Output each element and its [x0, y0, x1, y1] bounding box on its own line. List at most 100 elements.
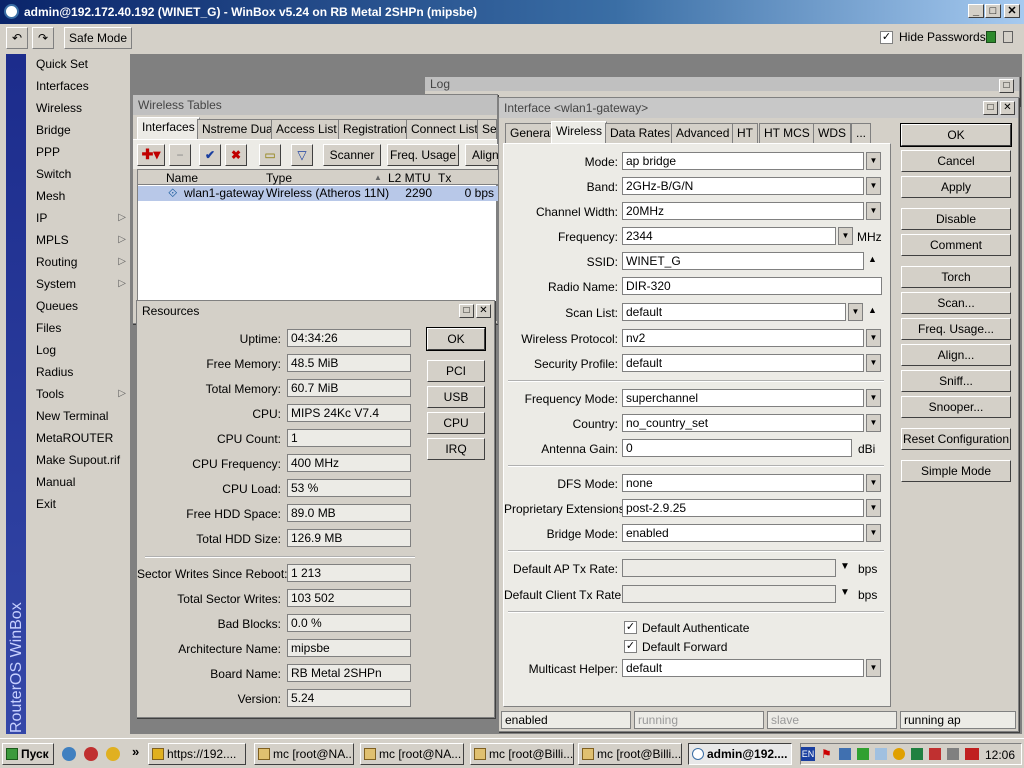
tab-wireless[interactable]: Wireless: [551, 121, 608, 143]
clock[interactable]: 12:06: [985, 748, 1015, 762]
comment-icon[interactable]: ▭: [259, 144, 281, 166]
tray-app-icon[interactable]: [929, 748, 941, 760]
freq-usage-button[interactable]: Freq. Usage...: [901, 318, 1011, 340]
flag-icon[interactable]: ⚑: [821, 747, 832, 761]
maximize-button[interactable]: □: [985, 4, 1001, 18]
security-profile-select[interactable]: default: [622, 354, 864, 372]
chrome-icon[interactable]: [106, 747, 120, 761]
country-select[interactable]: no_country_set: [622, 414, 864, 432]
frequency-select[interactable]: 2344: [622, 227, 836, 245]
tray-app-icon[interactable]: [911, 748, 923, 760]
ssid-collapse-icon[interactable]: ▲: [868, 254, 877, 264]
tab-security[interactable]: Sec: [477, 119, 497, 139]
reset-configuration-button[interactable]: Reset Configuration: [901, 428, 1011, 450]
menu-item-new-terminal[interactable]: New Terminal: [36, 406, 128, 426]
tray-app-icon[interactable]: [875, 748, 887, 760]
apply-button[interactable]: Apply: [901, 176, 1011, 198]
frequency-mode-dropdown-icon[interactable]: ▼: [866, 389, 881, 407]
column-header-l2mtu[interactable]: L2 MTU: [388, 171, 431, 185]
bridge-mode-dropdown-icon[interactable]: ▼: [866, 524, 881, 542]
ati-icon[interactable]: [965, 748, 979, 760]
wireless-protocol-dropdown-icon[interactable]: ▼: [866, 329, 881, 347]
cancel-button[interactable]: Cancel: [901, 150, 1011, 172]
pci-button[interactable]: PCI: [427, 360, 485, 382]
channel-width-select[interactable]: 20MHz: [622, 202, 864, 220]
menu-item-files[interactable]: Files: [36, 318, 128, 338]
proprietary-extensions-select[interactable]: post-2.9.25: [622, 499, 864, 517]
opera-icon[interactable]: [84, 747, 98, 761]
default-ap-tx-rate-input[interactable]: [622, 559, 836, 577]
scan-list-dropdown-icon[interactable]: ▼: [848, 303, 863, 321]
quick-launch-more-icon[interactable]: »: [132, 744, 139, 759]
menu-item-system[interactable]: System ▷: [36, 274, 128, 294]
menu-item-queues[interactable]: Queues: [36, 296, 128, 316]
tab-wds[interactable]: WDS: [813, 123, 851, 143]
menu-item-manual[interactable]: Manual: [36, 472, 128, 492]
menu-item-mpls[interactable]: MPLS ▷: [36, 230, 128, 250]
ok-button[interactable]: OK: [900, 123, 1012, 147]
taskbar-item-winbox[interactable]: admin@192....: [688, 743, 792, 765]
default-forward-checkbox[interactable]: ✓: [624, 639, 637, 654]
menu-item-routing[interactable]: Routing ▷: [36, 252, 128, 272]
mode-select[interactable]: ap bridge: [622, 152, 864, 170]
torch-button[interactable]: Torch: [901, 266, 1011, 288]
sniff-button[interactable]: Sniff...: [901, 370, 1011, 392]
interface-restore-button[interactable]: □: [983, 101, 998, 115]
language-indicator[interactable]: EN: [801, 747, 815, 761]
menu-item-exit[interactable]: Exit: [36, 494, 128, 514]
dfs-mode-dropdown-icon[interactable]: ▼: [866, 474, 881, 492]
menu-item-make-supout[interactable]: Make Supout.rif: [36, 450, 128, 470]
taskbar-item-mc1[interactable]: mc [root@NA...: [254, 743, 354, 765]
remove-icon[interactable]: −: [169, 144, 191, 166]
scanner-button[interactable]: Scanner: [323, 144, 381, 166]
comment-button[interactable]: Comment: [901, 234, 1011, 256]
tab-ht[interactable]: HT: [732, 123, 758, 143]
antenna-gain-input[interactable]: 0: [622, 439, 852, 457]
resources-restore-button[interactable]: □: [459, 304, 474, 318]
usb-button[interactable]: USB: [427, 386, 485, 408]
bridge-mode-select[interactable]: enabled: [622, 524, 864, 542]
default-client-tx-rate-dropdown-icon[interactable]: ▼: [840, 587, 850, 598]
network-icon[interactable]: [839, 748, 851, 760]
menu-item-switch[interactable]: Switch: [36, 164, 128, 184]
resources-window[interactable]: Resources □ ✕ Uptime: 04:34:26 Free Memo…: [136, 300, 495, 718]
tray-app-icon[interactable]: [857, 748, 869, 760]
menu-item-tools[interactable]: Tools ▷: [36, 384, 128, 404]
band-select[interactable]: 2GHz-B/G/N: [622, 177, 864, 195]
undo-icon[interactable]: ↶: [6, 27, 28, 49]
interface-close-button[interactable]: ✕: [1000, 101, 1015, 115]
tab-nstreme-dual[interactable]: Nstreme Dual: [197, 119, 281, 139]
wireless-protocol-select[interactable]: nv2: [622, 329, 864, 347]
band-dropdown-icon[interactable]: ▼: [866, 177, 881, 195]
simple-mode-button[interactable]: Simple Mode: [901, 460, 1011, 482]
disable-x-icon[interactable]: ✖: [225, 144, 247, 166]
menu-item-wireless[interactable]: Wireless: [36, 98, 128, 118]
table-row[interactable]: ⟐ wlan1-gateway Wireless (Atheros 11N) 2…: [138, 186, 498, 201]
start-button[interactable]: Пуск: [2, 743, 54, 765]
wireless-tables-window[interactable]: Wireless Tables Interfaces Nstreme Dual …: [132, 94, 505, 324]
frequency-dropdown-icon[interactable]: ▼: [838, 227, 853, 245]
radio-name-input[interactable]: DIR-320: [622, 277, 882, 295]
multicast-helper-dropdown-icon[interactable]: ▼: [866, 659, 881, 677]
scan-button[interactable]: Scan...: [901, 292, 1011, 314]
menu-item-radius[interactable]: Radius: [36, 362, 128, 382]
mode-dropdown-icon[interactable]: ▼: [866, 152, 881, 170]
interface-window[interactable]: Interface <wlan1-gateway> □ ✕ General Wi…: [498, 97, 1019, 732]
tab-general[interactable]: General: [505, 123, 558, 143]
freq-usage-button[interactable]: Freq. Usage: [387, 144, 459, 166]
ie-icon[interactable]: [62, 747, 76, 761]
column-header-name[interactable]: Name: [166, 171, 198, 185]
proprietary-extensions-dropdown-icon[interactable]: ▼: [866, 499, 881, 517]
minimize-button[interactable]: _: [968, 4, 984, 18]
dfs-mode-select[interactable]: none: [622, 474, 864, 492]
country-dropdown-icon[interactable]: ▼: [866, 414, 881, 432]
irq-button[interactable]: IRQ: [427, 438, 485, 460]
column-header-tx[interactable]: Tx: [438, 171, 451, 185]
window-title-bar[interactable]: admin@192.172.40.192 (WINET_G) - WinBox …: [0, 0, 1024, 24]
tab-advanced[interactable]: Advanced: [671, 123, 735, 143]
snooper-button[interactable]: Snooper...: [901, 396, 1011, 418]
disable-button[interactable]: Disable: [901, 208, 1011, 230]
menu-item-ip[interactable]: IP ▷: [36, 208, 128, 228]
menu-item-ppp[interactable]: PPP: [36, 142, 128, 162]
taskbar-item-mc4[interactable]: mc [root@Billi...: [578, 743, 682, 765]
